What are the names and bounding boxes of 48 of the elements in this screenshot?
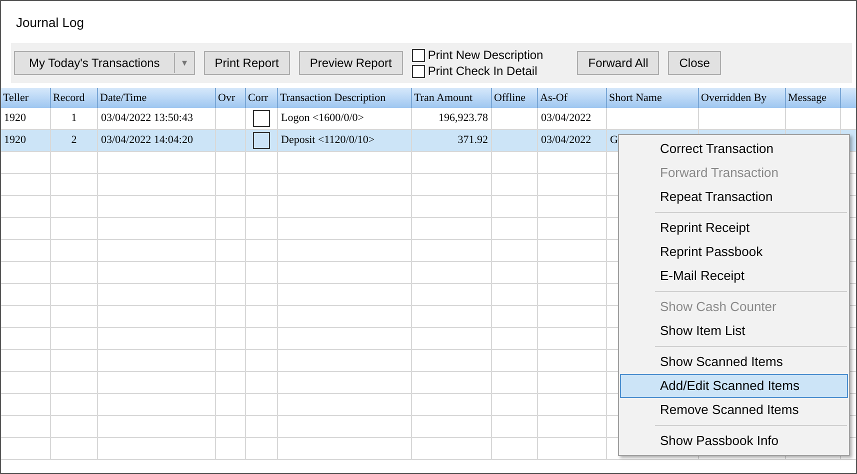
table-cell-text: 1920 — [4, 133, 26, 148]
column-header[interactable]: Corr — [246, 88, 278, 108]
menu-item[interactable]: Add/Edit Scanned Items — [620, 374, 848, 398]
column-header[interactable]: Date/Time — [98, 88, 216, 108]
column-header[interactable]: Offline — [492, 88, 538, 108]
menu-item[interactable]: Reprint Passbook — [620, 240, 848, 264]
table-cell-text: 196,923.78 — [438, 111, 488, 126]
column-header[interactable]: Teller — [1, 88, 51, 108]
menu-item[interactable]: Repeat Transaction — [620, 185, 848, 209]
column-header[interactable]: As-Of — [538, 88, 607, 108]
column-header[interactable]: Message — [786, 88, 841, 108]
menu-item[interactable]: Correct Transaction — [620, 137, 848, 161]
toolbar-button[interactable]: Preview Report — [298, 51, 403, 75]
menu-item[interactable]: E-Mail Receipt — [620, 264, 848, 288]
toolbar-button[interactable]: Print Report — [204, 51, 290, 75]
table-cell-text: Deposit <1120/0/10> — [281, 133, 375, 148]
menu-item[interactable]: Show Item List — [620, 319, 848, 343]
menu-item[interactable]: Reprint Receipt — [620, 216, 848, 240]
filter-dropdown[interactable]: My Today's Transactions ▾ — [14, 51, 195, 75]
table-cell-text: G — [610, 133, 618, 148]
corr-checkbox[interactable] — [253, 110, 270, 127]
checkbox-label: Print New Description — [428, 48, 544, 62]
toolbar-button[interactable]: Close — [668, 51, 721, 75]
column-header[interactable]: Tran Amount — [412, 88, 492, 108]
column-header[interactable]: Ovr — [216, 88, 246, 108]
menu-item[interactable]: Show Passbook Info — [620, 429, 848, 453]
window-title: Journal Log — [16, 14, 84, 32]
table-cell-text: 03/04/2022 14:04:20 — [101, 133, 193, 148]
table-cell-text: 1920 — [4, 111, 26, 126]
table-cell-text: 03/04/2022 — [541, 111, 592, 126]
menu-item[interactable]: Show Scanned Items — [620, 350, 848, 374]
menu-item[interactable]: Remove Scanned Items — [620, 398, 848, 422]
checkbox[interactable] — [412, 64, 425, 78]
dropdown-value: My Today's Transactions — [28, 55, 161, 72]
table-cell-text: Logon <1600/0/0> — [281, 111, 364, 126]
column-header[interactable]: Short Name — [607, 88, 699, 108]
table-cell-text: 371.92 — [458, 133, 488, 148]
table-cell-text: 2 — [71, 133, 77, 148]
column-header[interactable]: Overridden By — [699, 88, 786, 108]
column-header[interactable]: Transaction Description — [278, 88, 412, 108]
column-header[interactable]: Record — [51, 88, 98, 108]
table-cell-text: 03/04/2022 13:50:43 — [101, 111, 193, 126]
checkbox[interactable] — [412, 48, 425, 62]
checkbox-label: Print Check In Detail — [428, 64, 538, 78]
table-cell-text: 1 — [71, 111, 77, 126]
table-cell-text: 03/04/2022 — [541, 133, 592, 148]
toolbar-button[interactable]: Forward All — [577, 51, 660, 75]
corr-checkbox[interactable] — [253, 132, 270, 149]
